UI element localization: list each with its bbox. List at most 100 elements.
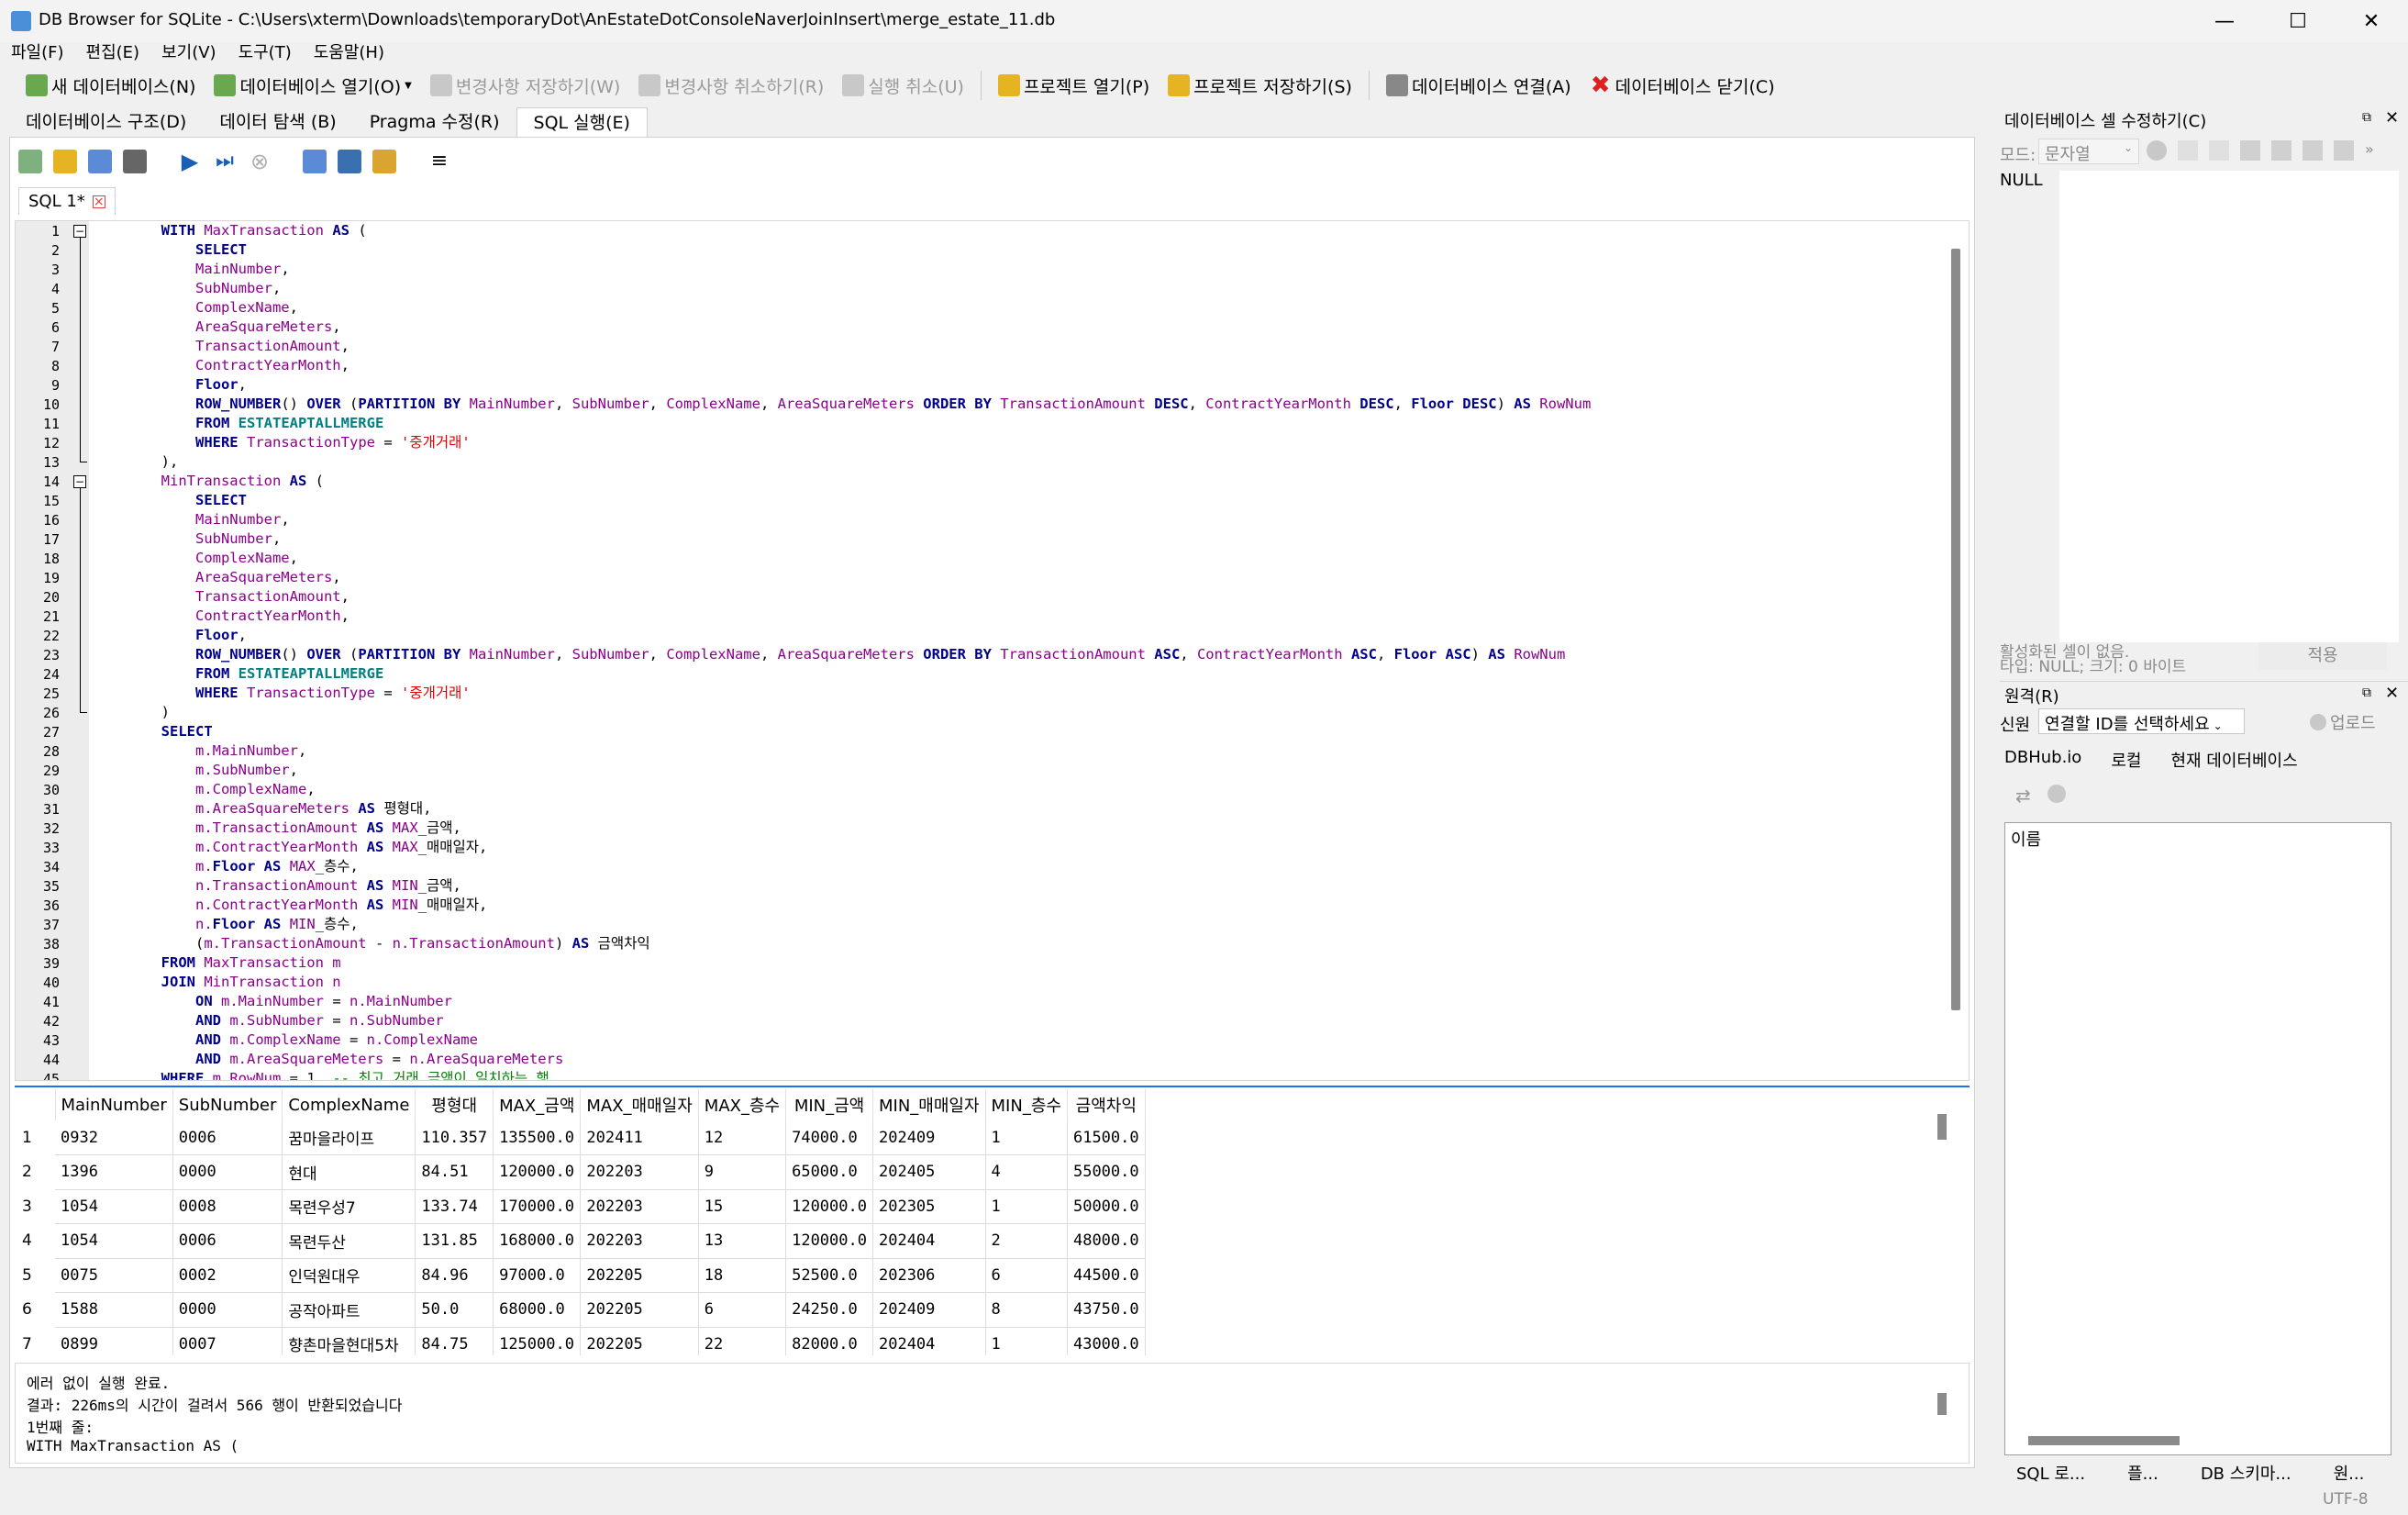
table-cell[interactable]: 55000.0 [1067,1154,1146,1190]
close-button[interactable]: ✕ [2335,0,2408,42]
table-cell[interactable]: 48000.0 [1067,1223,1146,1259]
table-cell[interactable]: 202205 [580,1258,699,1293]
tab-current-database[interactable]: 현재 데이터베이스 [2170,748,2297,772]
close-dock-icon[interactable]: ✕ [2385,684,2399,703]
table-cell[interactable]: 목련우성7 [282,1189,416,1224]
table-cell[interactable]: 0002 [172,1258,283,1293]
mode-select[interactable]: 문자열 ⌄ [2038,139,2139,164]
table-cell[interactable]: 8 [985,1292,1068,1328]
table-cell[interactable]: 0006 [172,1223,283,1259]
stop-icon[interactable]: ⊗ [248,150,272,173]
save-sql-icon[interactable] [88,150,112,173]
tab-execute-sql[interactable]: SQL 실행(E) [516,107,648,137]
open-database-button[interactable]: 데이터베이스 열기(O) ▼ [205,69,420,102]
close-tab-icon[interactable]: × [92,195,105,208]
table-row[interactable]: 2 1396 0000 현대 84.51 120000.0 202203 9 65000.0 20… [15,1154,1146,1190]
table-cell[interactable]: 1396 [55,1154,173,1190]
results-scrollbar-thumb[interactable] [1937,1114,1947,1140]
open-sql-file-icon[interactable] [53,150,77,173]
sql-editor-tab[interactable]: SQL 1* × [18,187,116,215]
table-cell[interactable]: 202203 [580,1223,699,1259]
table-cell[interactable]: 향촌마을현대5차 [282,1327,416,1355]
table-cell[interactable]: 15 [698,1189,787,1224]
table-cell[interactable]: 131.85 [415,1223,494,1259]
menu-edit[interactable]: 편집(E) [75,42,151,64]
table-cell[interactable]: 202205 [580,1292,699,1328]
table-cell[interactable]: 6 [985,1258,1068,1293]
table-cell[interactable]: 135500.0 [493,1120,582,1155]
find-icon[interactable] [338,150,361,173]
table-cell[interactable]: 44500.0 [1067,1258,1146,1293]
editor-scrollbar-thumb[interactable] [1951,249,1960,1010]
table-cell[interactable]: 공작아파트 [282,1292,416,1328]
column-header[interactable]: SubNumber [172,1089,283,1120]
table-cell[interactable]: 202305 [872,1189,986,1224]
row-number[interactable]: 1 [15,1120,55,1155]
upload-button[interactable]: 업로드 [2310,710,2376,734]
table-row[interactable]: 6 1588 0000 공작아파트 50.0 68000.0 202205 6 24250.0 2… [15,1292,1146,1328]
table-cell[interactable]: 202203 [580,1189,699,1224]
table-cell[interactable]: 18 [698,1258,787,1293]
column-header[interactable]: MAX_층수 [698,1089,787,1120]
remote-list[interactable]: 이름 [2004,822,2391,1455]
set-null-icon[interactable] [2303,140,2323,161]
table-cell[interactable]: 9 [698,1154,787,1190]
refresh-icon[interactable]: ⇄ [2015,785,2031,807]
export-icon[interactable] [2271,140,2291,161]
table-cell[interactable]: 52500.0 [785,1258,873,1293]
table-cell[interactable]: 202411 [580,1120,699,1155]
attach-database-button[interactable]: 데이터베이스 연결(A) [1377,69,1581,102]
menu-tools[interactable]: 도구(T) [227,42,303,64]
table-cell[interactable]: 168000.0 [493,1223,582,1259]
column-header[interactable]: MainNumber [55,1089,173,1120]
open-tab-icon[interactable] [18,150,42,173]
print-icon[interactable] [123,150,147,173]
table-cell[interactable]: 82000.0 [785,1327,873,1355]
table-cell[interactable]: 202404 [872,1223,986,1259]
table-cell[interactable]: 170000.0 [493,1189,582,1224]
new-database-button[interactable]: 새 데이터베이스(N) [17,69,205,102]
cell-text-area[interactable] [2059,171,2399,642]
table-cell[interactable]: 1054 [55,1223,173,1259]
row-number[interactable]: 6 [15,1293,55,1328]
revert-changes-button[interactable]: 변경사항 취소하기(R) [629,69,833,102]
menu-file[interactable]: 파일(F) [0,42,75,64]
column-header[interactable]: MAX_금액 [493,1089,582,1120]
minimize-button[interactable]: — [2188,0,2261,42]
row-number[interactable]: 3 [15,1189,55,1224]
row-number[interactable]: 4 [15,1224,55,1259]
table-row[interactable]: 3 1054 0008 목련우성7 133.74 170000.0 202203 15 1200… [15,1189,1146,1224]
table-cell[interactable]: 43750.0 [1067,1292,1146,1328]
table-cell[interactable]: 0899 [55,1327,173,1355]
import-icon[interactable] [2240,140,2260,161]
tab-browse-data[interactable]: 데이터 탐색 (B) [203,107,352,137]
table-cell[interactable]: 133.74 [415,1189,494,1224]
row-number[interactable]: 2 [15,1155,55,1190]
table-cell[interactable]: 50000.0 [1067,1189,1146,1224]
table-cell[interactable]: 목련두산 [282,1223,416,1259]
table-cell[interactable]: 24250.0 [785,1292,873,1328]
table-cell[interactable]: 84.96 [415,1258,494,1293]
table-cell[interactable]: 120000.0 [785,1223,873,1259]
float-dock-icon[interactable]: ⧉ [2362,110,2371,125]
table-cell[interactable]: 120000.0 [785,1189,873,1224]
table-cell[interactable]: 202409 [872,1292,986,1328]
table-cell[interactable]: 2 [985,1223,1068,1259]
table-cell[interactable]: 50.0 [415,1292,494,1328]
table-cell[interactable]: 0000 [172,1292,283,1328]
open-project-button[interactable]: 프로젝트 열기(P) [989,69,1159,102]
table-cell[interactable]: 0075 [55,1258,173,1293]
identity-select[interactable]: 연결할 ID를 선택하세요 ⌄ [2038,708,2245,734]
auto-format-icon[interactable] [2209,140,2229,161]
tab-database-structure[interactable]: 데이터베이스 구조(D) [9,107,203,137]
tab-local[interactable]: 로컬 [2111,748,2141,772]
table-cell[interactable]: 현대 [282,1154,416,1190]
column-header[interactable]: MIN_층수 [985,1089,1068,1120]
table-cell[interactable]: 1054 [55,1189,173,1224]
table-cell[interactable]: 202405 [872,1154,986,1190]
comment-icon[interactable]: ≡ [427,150,451,173]
table-cell[interactable]: 202404 [872,1327,986,1355]
tab-db-schema[interactable]: DB 스키마... [2201,1461,2291,1485]
table-cell[interactable]: 0932 [55,1120,173,1155]
table-cell[interactable]: 4 [985,1154,1068,1190]
